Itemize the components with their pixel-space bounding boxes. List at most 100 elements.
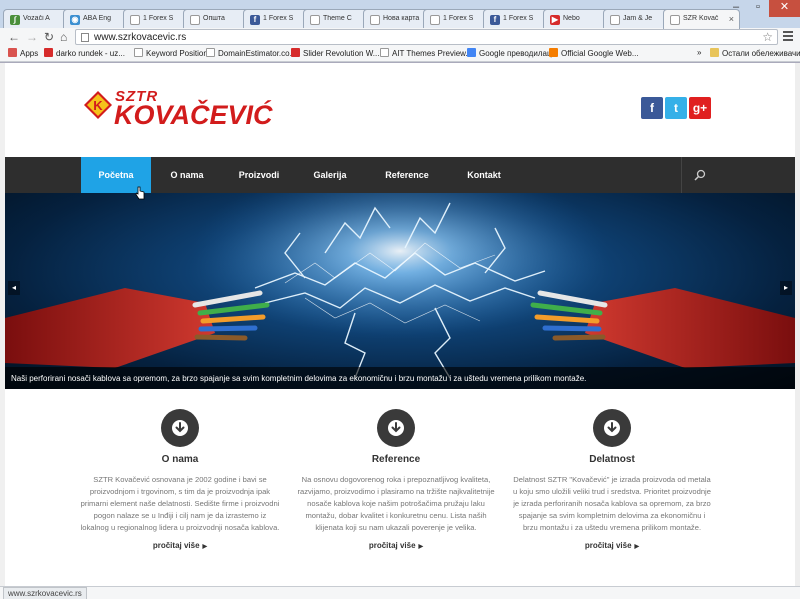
maximize-button[interactable]: ▫ (747, 0, 769, 17)
tab-label: SZR Kovač (683, 15, 719, 22)
tab-label: Theme C (323, 15, 352, 22)
slider-prev-button[interactable]: ◂ (8, 281, 20, 295)
reload-icon[interactable]: ↻ (44, 29, 54, 45)
close-window-button[interactable]: ✕ (769, 0, 800, 17)
read-more-link[interactable]: pročitaj više ▶ (153, 541, 207, 550)
browser-tab[interactable]: SZR Kovač × (663, 9, 740, 29)
nav-item-galerija[interactable]: Galerija (295, 157, 365, 193)
bookmark-label: Keyword Position (146, 49, 208, 58)
tab-label: 1 Forex S (443, 15, 474, 22)
youtube-icon: ▶ (550, 15, 560, 25)
feature-text: Delatnost SZTR "Kovačević" je izrada pro… (513, 475, 711, 532)
status-url: www.szrkovacevic.rs (3, 587, 87, 599)
feature-arrow-button[interactable] (161, 409, 199, 447)
bookmark-icon (134, 48, 143, 57)
bookmarks-more[interactable]: » (697, 48, 701, 57)
back-icon[interactable]: ← (8, 29, 20, 45)
logo-badge-icon: K (84, 91, 112, 119)
hand-cursor-icon (135, 186, 145, 200)
bookmark-star-icon[interactable]: ☆ (762, 30, 773, 44)
leaf-icon: ∫ (10, 15, 20, 25)
feature-column: O nama SZTR Kovačević osnovana je 2002 go… (75, 409, 285, 553)
chrome-menu-icon[interactable] (783, 31, 793, 43)
feature-text: Na osnovu dogovorenog roka i prepoznatlj… (297, 475, 495, 532)
bookmark-icon (8, 48, 17, 57)
feature-column: Reference Na osnovu dogovorenog roka i pr… (291, 409, 501, 553)
forward-icon[interactable]: → (26, 29, 38, 45)
address-bar[interactable]: www.szrkovacevic.rs ☆ (75, 29, 778, 45)
url-text: www.szrkovacevic.rs (94, 32, 187, 43)
bookmark-item[interactable]: Google преводилац (467, 48, 552, 58)
svg-text:K: K (93, 98, 103, 113)
page-icon (190, 15, 200, 25)
feature-text: SZTR Kovačević osnovana je 2002 godine i… (80, 475, 280, 532)
other-bookmarks-label: Остали обележивачи (722, 49, 800, 58)
bookmark-item[interactable]: Keyword Position (134, 48, 208, 58)
bookmark-icon (206, 48, 215, 57)
read-more-link[interactable]: pročitaj više ▶ (369, 541, 423, 550)
page-icon (430, 15, 440, 25)
facebook-icon: f (490, 15, 500, 25)
read-more-label: pročitaj više (368, 541, 416, 550)
tab-label: ABA Eng (83, 15, 112, 22)
status-bar: www.szrkovacevic.rs (0, 586, 800, 599)
page-icon (130, 15, 140, 25)
bookmark-item[interactable]: darko rundek - uz... (44, 48, 125, 58)
web-page: K SZTR KOVAČEVIĆ f t g+ Početna O nama Proiz… (5, 63, 795, 586)
nav-item-o-nama[interactable]: O nama (151, 157, 223, 193)
bookmark-icon (291, 48, 300, 57)
feature-arrow-button[interactable] (593, 409, 631, 447)
tab-close-icon[interactable]: × (729, 14, 734, 24)
nav-search-button[interactable] (681, 157, 717, 193)
hero-caption: Naši perforirani nosači kablova sa oprem… (5, 367, 795, 389)
tab-label: Општа (203, 15, 225, 22)
bookmarks-bar: » Остали обележивачи Apps darko rundek - … (0, 46, 800, 62)
tab-label: Jam & Je (623, 15, 653, 22)
page-icon (310, 15, 320, 25)
hero-slider[interactable]: ◂ ▸ Naši perforirani nosači kablova sa o… (5, 193, 795, 389)
read-more-link[interactable]: pročitaj više ▶ (585, 541, 639, 550)
bookmark-item[interactable]: AIT Themes Preview... (380, 48, 472, 58)
bookmark-label: DomainEstimator.co... (218, 49, 297, 58)
tab-label: 1 Forex S (143, 15, 174, 22)
globe-icon: ◉ (70, 15, 80, 25)
bookmark-item[interactable]: DomainEstimator.co... (206, 48, 296, 58)
twitter-icon[interactable]: t (665, 97, 687, 119)
facebook-icon: f (250, 15, 260, 25)
triangle-right-icon: ▶ (418, 544, 424, 550)
tab-label: 1 Forex S (263, 15, 294, 22)
search-icon (694, 169, 706, 181)
nav-item-proizvodi[interactable]: Proizvodi (223, 157, 295, 193)
bookmark-label: Official Google Web... (561, 49, 639, 58)
logo-name: KOVAČEVIĆ (114, 100, 273, 130)
bookmark-label: Google преводилац (479, 49, 552, 58)
bookmark-item[interactable]: Slider Revolution W... (291, 48, 379, 58)
bookmark-item[interactable]: Official Google Web... (549, 48, 639, 58)
hero-image (5, 193, 795, 383)
triangle-right-icon: ▶ (634, 544, 640, 550)
scrollbar[interactable] (795, 63, 800, 586)
bookmark-icon (549, 48, 558, 57)
facebook-icon[interactable]: f (641, 97, 663, 119)
bookmark-icon (380, 48, 389, 57)
bookmark-label: darko rundek - uz... (56, 49, 125, 58)
feature-arrow-button[interactable] (377, 409, 415, 447)
bookmark-item[interactable]: Apps (8, 48, 38, 58)
page-icon (670, 15, 680, 25)
read-more-label: pročitaj više (584, 541, 632, 550)
tab-label: 1 Forex S (503, 15, 534, 22)
other-bookmarks[interactable]: Остали обележивачи (710, 48, 800, 58)
bookmark-label: AIT Themes Preview... (392, 49, 473, 58)
main-navigation: Početna O nama Proizvodi Galerija Reference K… (5, 157, 795, 193)
page-icon (610, 15, 620, 25)
tab-label: Vozači A (23, 15, 50, 22)
nav-item-kontakt[interactable]: Kontakt (449, 157, 519, 193)
feature-title: Reference (371, 454, 421, 465)
nav-item-reference[interactable]: Reference (365, 157, 449, 193)
bookmark-label: Apps (20, 49, 39, 58)
tab-label: Nebo (563, 15, 580, 22)
bookmark-icon (44, 48, 53, 57)
home-icon[interactable]: ⌂ (60, 29, 67, 45)
slider-next-button[interactable]: ▸ (780, 281, 792, 295)
google-plus-icon[interactable]: g+ (689, 97, 711, 119)
